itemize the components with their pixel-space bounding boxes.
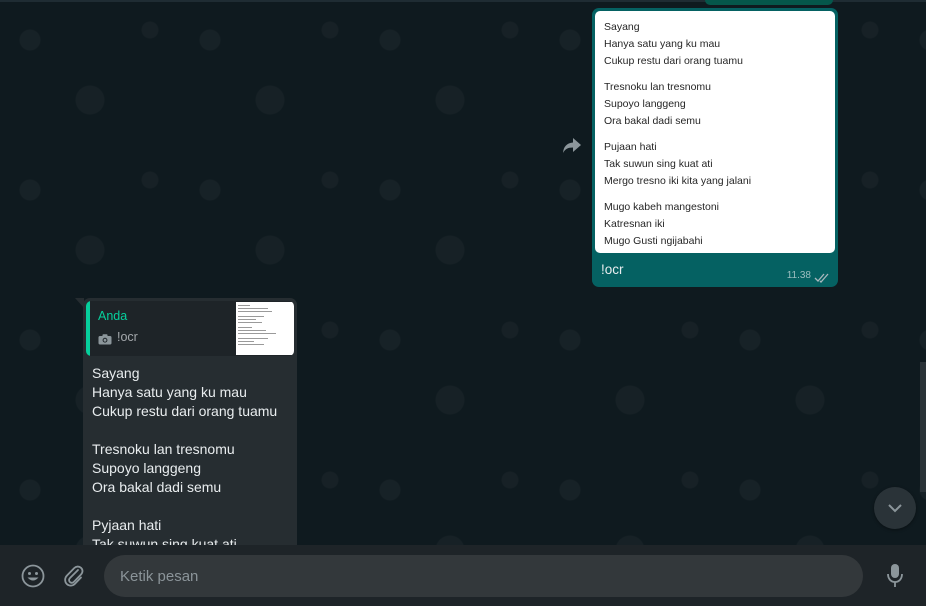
microphone-icon[interactable] — [886, 563, 904, 589]
image-text-line: Katresnan iki — [604, 218, 665, 230]
image-text-line: Mugo Gusti ngijabahi — [604, 235, 703, 247]
image-text-line: Sayang — [604, 21, 640, 33]
image-text-line: Mergo tresno iki kita yang jalani — [604, 175, 752, 187]
message-time: 11.38 — [786, 270, 811, 281]
quote-thumbnail — [236, 302, 294, 355]
quote-text: !ocr — [117, 330, 138, 344]
message-image[interactable]: Sayang Hanya satu yang ku mau Cukup rest… — [595, 11, 835, 253]
image-text-line: Hanya satu yang ku mau — [604, 38, 721, 50]
quote-author: Anda — [98, 309, 128, 323]
quote-accent-bar — [86, 301, 90, 356]
message-input[interactable] — [104, 555, 863, 597]
image-text-line: Ora bakal dadi semu — [604, 115, 701, 127]
emoji-icon[interactable] — [21, 564, 45, 588]
quoted-message[interactable]: Anda !ocr — [86, 301, 294, 356]
forward-icon[interactable] — [562, 137, 582, 155]
camera-icon — [98, 332, 112, 345]
chat-area: Sayang Hanya satu yang ku mau Cukup rest… — [0, 0, 926, 545]
message-composer — [0, 545, 926, 606]
image-text-line: Pujaan hati — [604, 141, 657, 153]
image-text-line: Tresnoku lan tresnomu — [604, 81, 711, 93]
previous-message-bubble — [705, 0, 833, 5]
scrollbar[interactable] — [920, 362, 926, 492]
image-text-line: Mugo kabeh mangestoni — [604, 201, 719, 213]
message-caption: !ocr — [601, 262, 624, 277]
double-check-icon — [814, 270, 830, 283]
image-text-line: Cukup restu dari orang tuamu — [604, 55, 743, 67]
incoming-reply-message[interactable]: Anda !ocr Sayang Hanya satu yang ku mau … — [83, 298, 297, 545]
outgoing-image-message[interactable]: Sayang Hanya satu yang ku mau Cukup rest… — [592, 8, 838, 287]
attach-icon[interactable] — [63, 564, 85, 588]
scroll-down-button[interactable] — [874, 487, 916, 529]
image-text-line: Supoyo langgeng — [604, 98, 686, 110]
reply-text: Sayang Hanya satu yang ku mau Cukup rest… — [92, 365, 278, 545]
image-text-line: Tak suwun sing kuat ati — [604, 158, 713, 170]
